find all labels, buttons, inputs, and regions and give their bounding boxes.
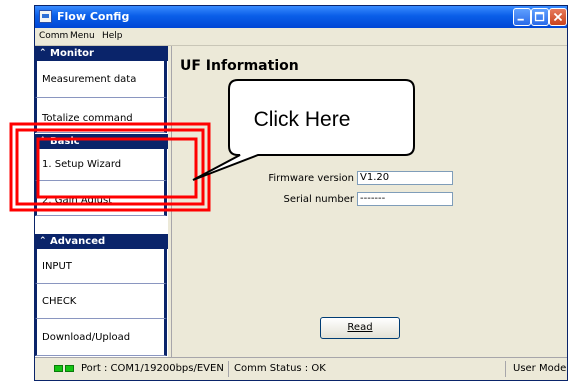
- comm-status: Comm Status : OK: [234, 363, 326, 374]
- serial-number-label: Serial number: [283, 194, 354, 205]
- menu-help[interactable]: Help: [102, 30, 123, 42]
- mode-status: User Mode: [513, 363, 567, 374]
- window-title: Flow Config: [57, 10, 130, 23]
- main-panel: UF Information Firmware version V1.20 Se…: [171, 46, 567, 357]
- close-button[interactable]: [549, 8, 567, 26]
- app-window: Flow Config Comm Menu Help ⌃ Monitor Mea…: [34, 5, 568, 381]
- sidebar-item-setup-wizard[interactable]: 1. Setup Wizard: [35, 149, 167, 181]
- firmware-version-label: Firmware version: [268, 173, 354, 184]
- collapse-chevron-icon: ⌃: [39, 236, 47, 246]
- serial-number-field[interactable]: -------: [357, 192, 453, 206]
- firmware-version-field[interactable]: V1.20: [357, 171, 453, 185]
- menu-comm[interactable]: Comm: [39, 30, 68, 42]
- sidebar-item-download-upload[interactable]: Download/Upload: [35, 319, 167, 356]
- collapse-chevron-icon: ⌃: [39, 136, 47, 146]
- page-title: UF Information: [180, 58, 299, 74]
- maximize-button[interactable]: [531, 8, 549, 26]
- section-header-monitor[interactable]: ⌃ Monitor: [35, 46, 168, 61]
- read-button[interactable]: Read: [320, 317, 400, 339]
- collapse-chevron-icon: ⌃: [39, 48, 47, 58]
- app-icon: [39, 10, 52, 23]
- sidebar: ⌃ Monitor Measurement data Totalize comm…: [35, 46, 168, 357]
- menu-menu[interactable]: Menu: [70, 30, 95, 42]
- sidebar-item-check[interactable]: CHECK: [35, 284, 167, 319]
- sidebar-item-totalize-command[interactable]: Totalize command: [35, 98, 167, 133]
- status-led-icon: [65, 365, 74, 372]
- section-header-basic[interactable]: ⌃ Basic: [35, 134, 168, 149]
- status-bar: Port : COM1/19200bps/EVEN Comm Status : …: [35, 357, 567, 380]
- port-status: Port : COM1/19200bps/EVEN: [81, 363, 224, 374]
- section-header-advanced[interactable]: ⌃ Advanced: [35, 234, 168, 249]
- sidebar-item-gain-adjust[interactable]: 2. Gain Adjust: [35, 181, 167, 216]
- status-led-icon: [54, 365, 63, 372]
- title-bar[interactable]: Flow Config: [35, 6, 567, 28]
- status-divider: [505, 361, 506, 377]
- menu-bar: Comm Menu Help: [35, 28, 567, 46]
- status-divider: [228, 361, 229, 377]
- minimize-button[interactable]: [513, 8, 531, 26]
- sidebar-item-input[interactable]: INPUT: [35, 249, 167, 284]
- sidebar-item-measurement-data[interactable]: Measurement data: [35, 61, 167, 98]
